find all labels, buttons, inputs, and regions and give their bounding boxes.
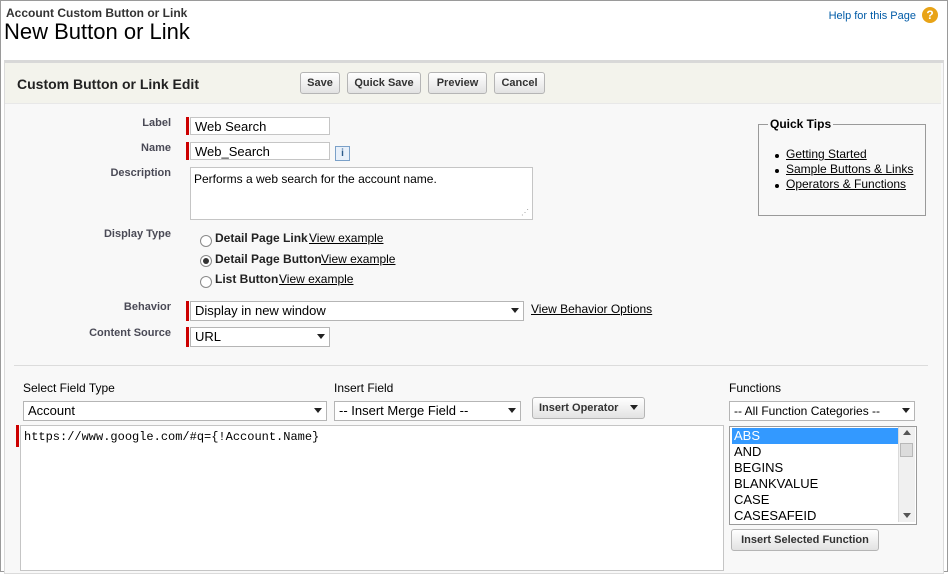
label-caption: Label bbox=[142, 117, 171, 129]
list-button-radio[interactable] bbox=[200, 276, 212, 288]
field-type-value: Account bbox=[28, 403, 75, 418]
operators-functions-link[interactable]: Operators & Functions bbox=[786, 177, 906, 191]
preview-button[interactable]: Preview bbox=[428, 72, 487, 94]
help-link[interactable]: Help for this Page bbox=[829, 10, 916, 22]
function-item[interactable]: CASE bbox=[732, 492, 898, 508]
function-category-select[interactable]: -- All Function Categories -- bbox=[729, 401, 915, 421]
function-item[interactable]: ABS bbox=[732, 428, 898, 444]
required-marker bbox=[16, 425, 19, 447]
function-category-value: -- All Function Categories -- bbox=[734, 404, 881, 418]
content-source-caption: Content Source bbox=[89, 327, 171, 339]
divider bbox=[14, 365, 928, 366]
quick-tips-title: Quick Tips bbox=[768, 117, 834, 131]
description-textarea[interactable]: Performs a web search for the account na… bbox=[190, 167, 533, 220]
content-source-value: URL bbox=[195, 329, 222, 344]
description-caption: Description bbox=[110, 167, 171, 179]
insert-field-select[interactable]: -- Insert Merge Field -- bbox=[334, 401, 521, 421]
save-button[interactable]: Save bbox=[300, 72, 340, 94]
bullet-icon bbox=[775, 169, 779, 173]
view-example-link[interactable]: View example bbox=[309, 231, 383, 245]
resize-handle-icon[interactable]: ⋰ bbox=[521, 208, 529, 217]
function-item[interactable]: CASESAFEID bbox=[732, 508, 898, 524]
label-input[interactable]: Web Search bbox=[190, 117, 330, 135]
functions-scrollbar[interactable] bbox=[898, 427, 915, 522]
question-icon[interactable]: ? bbox=[922, 7, 938, 23]
scroll-down-icon[interactable] bbox=[903, 513, 911, 518]
required-marker bbox=[186, 117, 189, 135]
getting-started-link[interactable]: Getting Started bbox=[786, 147, 867, 161]
insert-selected-function-button[interactable]: Insert Selected Function bbox=[731, 529, 879, 551]
required-marker bbox=[186, 327, 189, 347]
chevron-down-icon bbox=[902, 408, 910, 413]
bullet-icon bbox=[775, 154, 779, 158]
insert-field-value: -- Insert Merge Field -- bbox=[339, 403, 469, 418]
behavior-select[interactable]: Display in new window bbox=[190, 301, 524, 321]
view-example-link[interactable]: View example bbox=[279, 272, 353, 286]
chevron-down-icon bbox=[314, 408, 322, 413]
view-example-link[interactable]: View example bbox=[321, 252, 395, 266]
chevron-down-icon bbox=[511, 308, 519, 313]
breadcrumb: Account Custom Button or Link bbox=[6, 6, 188, 20]
scroll-thumb[interactable] bbox=[900, 443, 913, 457]
function-item[interactable]: BLANKVALUE bbox=[732, 476, 898, 492]
function-item[interactable]: AND bbox=[732, 444, 898, 460]
required-marker bbox=[186, 142, 189, 160]
name-input[interactable]: Web_Search bbox=[190, 142, 330, 160]
content-source-select[interactable]: URL bbox=[190, 327, 330, 347]
scroll-up-icon[interactable] bbox=[903, 430, 911, 435]
detail-page-link-radio[interactable] bbox=[200, 235, 212, 247]
select-field-type-caption: Select Field Type bbox=[23, 381, 115, 395]
chevron-down-icon bbox=[630, 405, 638, 410]
functions-caption: Functions bbox=[729, 381, 782, 395]
field-type-select[interactable]: Account bbox=[23, 401, 327, 421]
bullet-icon bbox=[775, 184, 779, 188]
detail-page-link-label: Detail Page Link bbox=[215, 231, 308, 245]
cancel-button[interactable]: Cancel bbox=[494, 72, 545, 94]
detail-page-button-label: Detail Page Button bbox=[215, 252, 322, 266]
behavior-value: Display in new window bbox=[195, 303, 326, 318]
name-caption: Name bbox=[141, 142, 171, 154]
chevron-down-icon bbox=[317, 334, 325, 339]
panel-title: Custom Button or Link Edit bbox=[17, 76, 199, 92]
insert-field-caption: Insert Field bbox=[334, 381, 394, 395]
insert-operator-label: Insert Operator bbox=[539, 402, 619, 414]
function-item[interactable]: BEGINS bbox=[732, 460, 898, 476]
formula-editor-textarea[interactable]: https://www.google.com/#q={!Account.Name… bbox=[20, 425, 724, 571]
detail-page-button-radio[interactable] bbox=[200, 255, 212, 267]
insert-operator-button[interactable]: Insert Operator bbox=[532, 397, 645, 419]
quick-save-button[interactable]: Quick Save bbox=[347, 72, 421, 94]
chevron-down-icon bbox=[508, 408, 516, 413]
sample-buttons-links-link[interactable]: Sample Buttons & Links bbox=[786, 162, 913, 176]
behavior-caption: Behavior bbox=[123, 301, 171, 313]
list-button-label: List Button bbox=[215, 272, 279, 286]
view-behavior-options-link[interactable]: View Behavior Options bbox=[531, 302, 652, 316]
functions-list[interactable]: ABS AND BEGINS BLANKVALUE CASE CASESAFEI… bbox=[729, 426, 917, 525]
required-marker bbox=[186, 301, 189, 321]
info-icon[interactable]: i bbox=[335, 146, 350, 161]
page-title: New Button or Link bbox=[4, 19, 190, 44]
display-type-caption: Display Type bbox=[103, 228, 171, 240]
